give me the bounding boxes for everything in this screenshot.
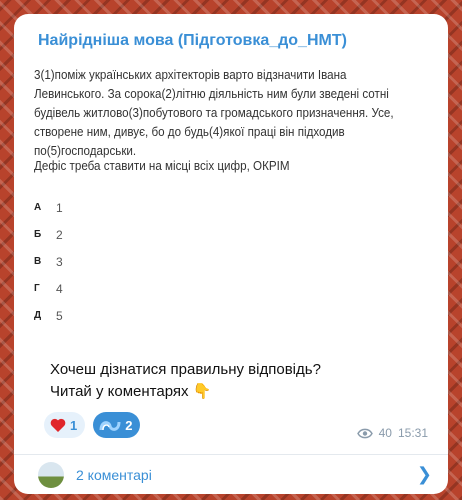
option-value: 3 [56,254,63,269]
option-b: Б 2 [34,221,63,248]
cta-line-2: Читай у коментарях 👇 [50,381,321,403]
reaction-rainbow[interactable]: 2 [93,412,141,438]
option-letter: А [34,202,42,213]
reaction-heart[interactable]: 1 [44,412,86,438]
option-value: 4 [56,281,63,296]
option-letter: Б [34,229,42,240]
option-value: 5 [56,308,63,323]
call-to-action: Хочеш дізнатися правильну відповідь? Чит… [50,359,321,403]
reaction-count: 1 [70,417,78,433]
message-time: 15:31 [397,426,428,440]
cta-line-1: Хочеш дізнатися правильну відповідь? [50,361,321,378]
comments-button[interactable]: 2 коментарі ❯ [14,455,448,494]
cta-line-2-text: Читай у коментарях [50,383,189,400]
answer-options: А 1 Б 2 В 3 Г 4 Д 5 [34,194,63,329]
option-e: Д 5 [34,302,63,329]
option-c: В 3 [34,248,63,275]
option-value: 2 [56,227,63,242]
option-a: А 1 [34,194,63,221]
views-count: 40 [378,426,392,440]
chevron-right-icon: ❯ [416,464,432,484]
option-value: 1 [56,200,63,215]
eye-icon [356,428,373,438]
message-meta: 40 15:31 [356,426,428,440]
channel-name[interactable]: Найрідніша мова (Підготовка_до_НМТ) [38,32,347,50]
option-letter: Г [34,283,40,294]
comments-label: 2 коментарі [76,466,152,483]
post-text: 3(1)поміж українських архітекторів варто… [34,68,394,158]
rainbow-icon [99,421,121,431]
avatar [38,461,64,488]
reactions-bar: 1 2 [44,412,141,438]
heart-icon [50,418,66,432]
pointing-down-icon: 👇 [192,383,212,400]
option-letter: В [34,256,42,267]
reaction-count: 2 [125,417,133,433]
message-bubble: Найрідніша мова (Підготовка_до_НМТ) 3(1)… [14,14,448,494]
option-d: Г 4 [34,275,63,302]
question-text: Дефіс треба ставити на місці всіх цифр, … [34,159,290,173]
option-letter: Д [34,310,42,321]
